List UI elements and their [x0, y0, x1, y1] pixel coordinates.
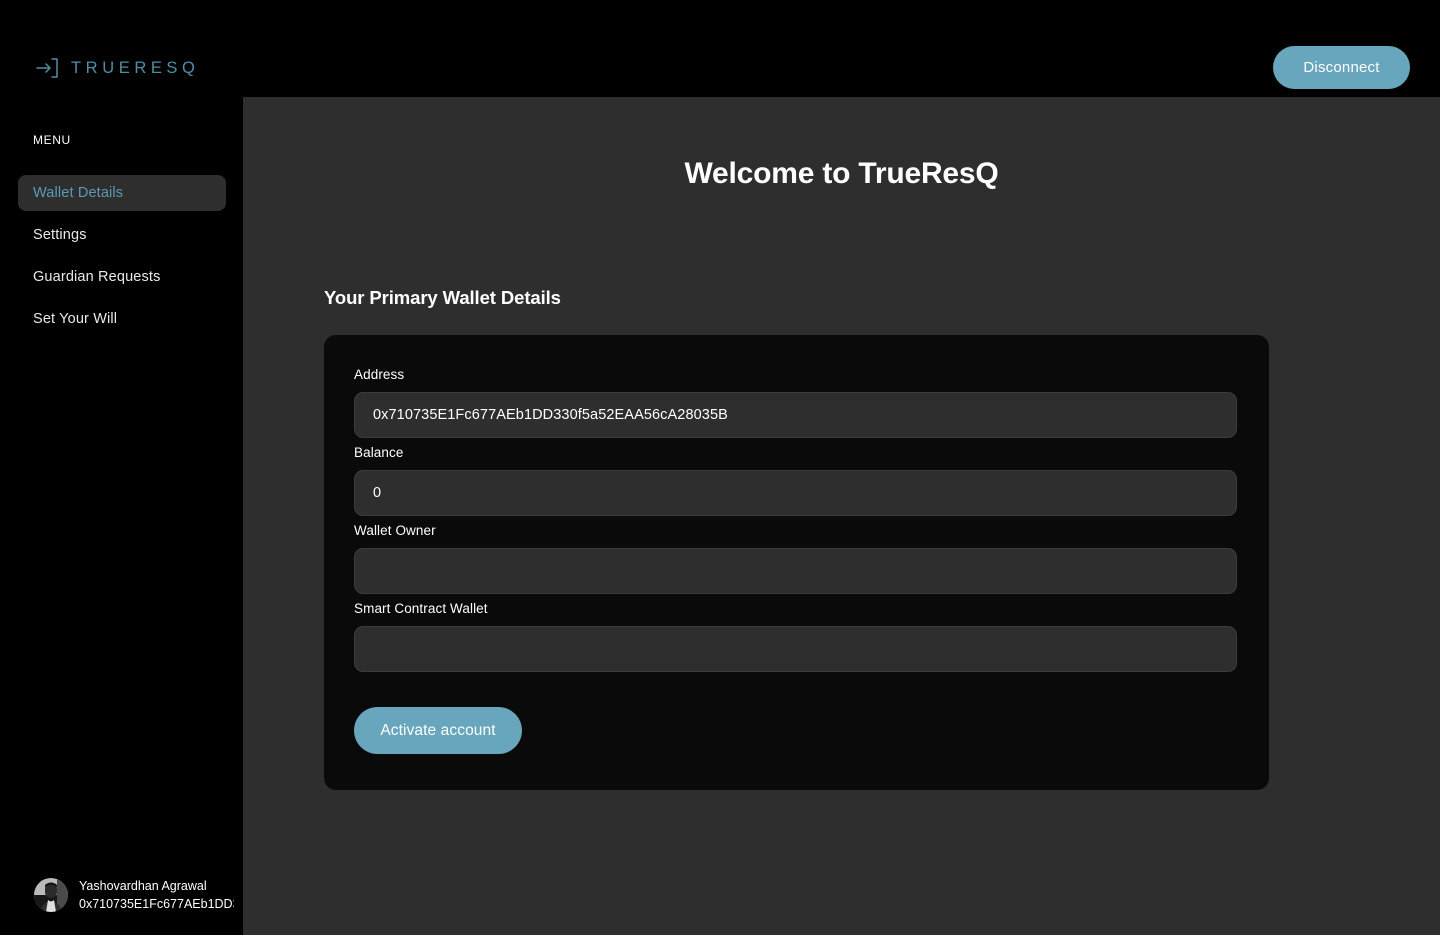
sidebar-nav: Wallet Details Settings Guardian Request…: [18, 175, 226, 343]
sidebar-item-guardian-requests[interactable]: Guardian Requests: [18, 259, 226, 295]
disconnect-button[interactable]: Disconnect: [1273, 46, 1410, 89]
wallet-details-card: Address Balance Wallet Owner Smart Contr…: [324, 335, 1269, 790]
user-name: Yashovardhan Agrawal: [79, 879, 207, 893]
smart-contract-wallet-input[interactable]: [354, 626, 1237, 672]
brand-logo[interactable]: TRUERESQ: [34, 52, 199, 84]
login-arrow-icon: [34, 55, 60, 81]
sidebar-item-set-your-will[interactable]: Set Your Will: [18, 301, 226, 337]
field-wallet-owner: Wallet Owner: [354, 521, 1239, 594]
field-smart-contract-wallet: Smart Contract Wallet: [354, 599, 1239, 672]
sidebar-item-settings[interactable]: Settings: [18, 217, 226, 253]
user-profile-text: Yashovardhan Agrawal 0x710735E1Fc677AEb1…: [79, 877, 234, 913]
field-label-address: Address: [354, 367, 405, 382]
sidebar-item-label: Guardian Requests: [33, 269, 161, 285]
top-header-bar: Disconnect: [243, 0, 1440, 97]
user-profile[interactable]: Yashovardhan Agrawal 0x710735E1Fc677AEb1…: [34, 877, 234, 913]
wallet-owner-input[interactable]: [354, 548, 1237, 594]
page-title: Welcome to TrueResQ: [684, 157, 999, 190]
field-label-balance: Balance: [354, 445, 404, 460]
field-label-smart-contract-wallet: Smart Contract Wallet: [354, 601, 488, 616]
field-balance: Balance: [354, 443, 1239, 516]
activate-account-button[interactable]: Activate account: [354, 707, 522, 754]
field-label-wallet-owner: Wallet Owner: [354, 523, 436, 538]
sidebar-item-wallet-details[interactable]: Wallet Details: [18, 175, 226, 211]
sidebar-item-label: Wallet Details: [33, 185, 124, 201]
sidebar-item-label: Settings: [33, 227, 87, 243]
section-title: Your Primary Wallet Details: [324, 287, 561, 308]
main-content: Welcome to TrueResQ Your Primary Wallet …: [243, 97, 1440, 935]
avatar: [34, 878, 68, 912]
brand-name: TRUERESQ: [71, 58, 200, 77]
sidebar: TRUERESQ MENU Wallet Details Settings Gu…: [0, 0, 243, 935]
field-address: Address: [354, 365, 1239, 438]
user-address: 0x710735E1Fc677AEb1DD330f5a52EAA56cA2803…: [79, 897, 234, 911]
address-input[interactable]: [354, 392, 1237, 438]
menu-section-label: MENU: [33, 133, 71, 147]
app-root: TRUERESQ MENU Wallet Details Settings Gu…: [0, 0, 1440, 935]
sidebar-item-label: Set Your Will: [33, 311, 118, 327]
balance-input[interactable]: [354, 470, 1237, 516]
